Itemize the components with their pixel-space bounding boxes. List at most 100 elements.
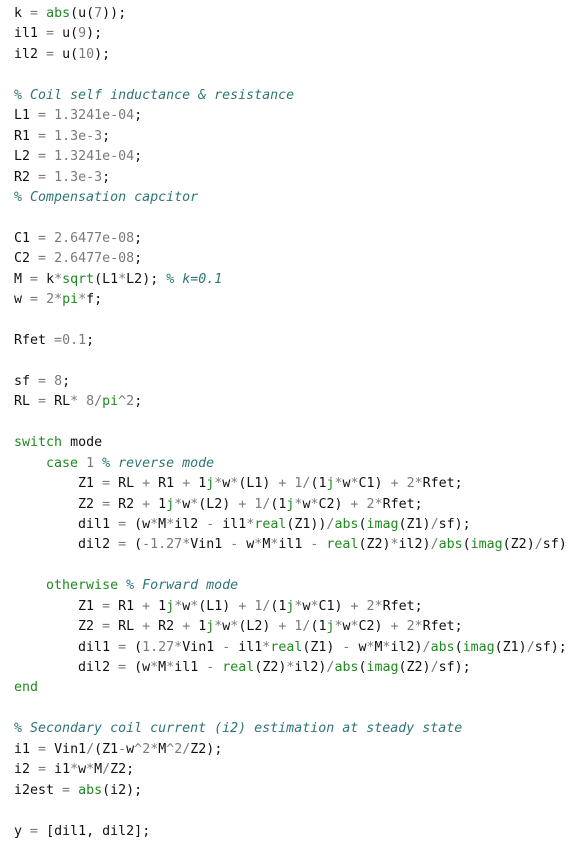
code-identifier: i2est xyxy=(14,782,55,798)
code-identifier: w xyxy=(78,762,87,778)
code-keyword: real xyxy=(222,660,255,675)
code-identifier: mode xyxy=(70,435,103,451)
code-keyword: imag xyxy=(462,639,495,655)
code-line: y = [dil1, dil2]; xyxy=(14,823,151,839)
code-operator: / xyxy=(302,619,311,635)
code-operator: ^ xyxy=(118,394,127,410)
code-operator: / xyxy=(262,496,271,512)
code-comment: % reverse mode xyxy=(102,455,215,471)
code-operator: = xyxy=(46,46,55,62)
code-keyword: real xyxy=(270,639,303,655)
code-operator: * xyxy=(334,619,343,635)
code-operator: * xyxy=(182,537,191,553)
code-line: otherwise % Forward mode xyxy=(14,576,568,596)
code-operator: + xyxy=(142,476,151,492)
code-operator: = xyxy=(118,516,127,532)
code-keyword: imag xyxy=(366,516,399,532)
code-number: 2 xyxy=(126,394,135,410)
code-identifier: C1 xyxy=(14,230,31,246)
code-identifier: dil1 xyxy=(78,639,111,655)
code-identifier: u xyxy=(62,26,71,42)
code-identifier: dil1 xyxy=(78,516,111,532)
code-operator: * xyxy=(230,619,239,635)
code-identifier: L2 xyxy=(206,496,223,512)
code-identifier: R1 xyxy=(158,476,175,492)
code-operator: + xyxy=(390,476,399,492)
code-line: case 1 % reverse mode xyxy=(14,454,568,474)
code-operator: = xyxy=(62,782,71,798)
code-identifier: sf xyxy=(542,537,559,553)
code-identifier: Z2 xyxy=(190,741,207,757)
code-identifier: C1 xyxy=(358,476,375,492)
code-operator: * xyxy=(54,292,63,308)
code-identifier: u xyxy=(78,6,87,21)
code-operator: = xyxy=(118,660,127,675)
code-number: 2.6477e-08 xyxy=(54,251,135,267)
code-operator: * xyxy=(150,516,159,532)
code-operator: + xyxy=(278,476,287,492)
code-number: 1.3e-3 xyxy=(54,128,103,144)
code-number: 1.27 xyxy=(150,537,183,553)
code-operator: * xyxy=(382,639,391,655)
code-identifier: dil2 xyxy=(102,823,135,839)
code-identifier: il1 xyxy=(278,537,303,553)
code-line: il1 = u(9); xyxy=(14,26,103,42)
code-identifier: Z2 xyxy=(110,762,127,778)
code-number: 0.1 xyxy=(62,333,87,348)
code-operator: = xyxy=(102,496,111,512)
code-identifier: L1 xyxy=(14,108,31,124)
code-identifier: il1 xyxy=(14,26,39,42)
code-operator: * xyxy=(174,639,183,655)
code-operator: = xyxy=(118,639,127,655)
code-operator: / xyxy=(534,537,543,553)
code-operator: * xyxy=(390,537,399,553)
code-operator: / xyxy=(430,660,439,675)
code-identifier: sf xyxy=(438,516,455,532)
code-identifier: sf xyxy=(14,373,31,389)
code-operator: * xyxy=(190,496,199,512)
code-identifier: L2 xyxy=(126,271,143,287)
code-operator: * xyxy=(374,496,383,512)
code-operator: / xyxy=(430,516,439,532)
code-line: w = 2*pi*f; xyxy=(14,292,103,308)
code-identifier: Z2 xyxy=(510,537,527,553)
code-line: % Coil self inductance & resistance xyxy=(14,86,568,106)
code-keyword: case xyxy=(46,455,79,471)
code-operator: = xyxy=(38,169,47,185)
code-line: M = k*sqrt(L1*L2); % k=0.1 xyxy=(14,271,223,287)
code-identifier: Z1 xyxy=(102,741,119,757)
code-line: dil1 = (1.27*Vin1 - il1*real(Z1) - w*M*i… xyxy=(78,639,567,655)
code-operator: = xyxy=(38,128,47,144)
code-operator: = xyxy=(38,108,47,124)
code-keyword: abs xyxy=(430,639,455,655)
code-line: Z1 = RL + R1 + 1j*w*(L1) + 1/(1j*w*C1) +… xyxy=(78,476,463,492)
code-identifier: sf xyxy=(534,639,551,655)
code-identifier: y xyxy=(14,823,23,839)
code-identifier: C2 xyxy=(14,251,31,267)
code-operator: = xyxy=(30,6,39,21)
code-identifier: w xyxy=(126,741,135,757)
code-identifier: M xyxy=(94,762,103,778)
code-comment: % Compensation capcitor xyxy=(14,189,199,205)
code-keyword: pi xyxy=(62,292,79,308)
code-operator: / xyxy=(422,639,431,655)
code-comment: % Secondary coil current (i2) estimation… xyxy=(14,721,463,737)
code-line: i2 = i1*w*M/Z2; xyxy=(14,762,135,778)
code-operator: + xyxy=(142,496,151,512)
code-identifier: Z2 xyxy=(262,660,279,675)
code-line: i2est = abs(i2); xyxy=(14,782,143,798)
code-identifier: il1 xyxy=(174,660,199,675)
code-identifier: il2 xyxy=(390,639,415,655)
code-operator: / xyxy=(86,741,95,757)
code-keyword: abs xyxy=(438,537,463,553)
code-identifier: Z1 xyxy=(78,598,95,614)
code-operator: - xyxy=(342,639,351,655)
code-identifier: Rfet xyxy=(382,496,415,512)
code-keyword: j xyxy=(166,598,175,614)
code-identifier: w xyxy=(142,516,151,532)
code-identifier: w xyxy=(342,476,351,492)
code-line: RL = RL* 8/pi^2; xyxy=(14,394,143,410)
